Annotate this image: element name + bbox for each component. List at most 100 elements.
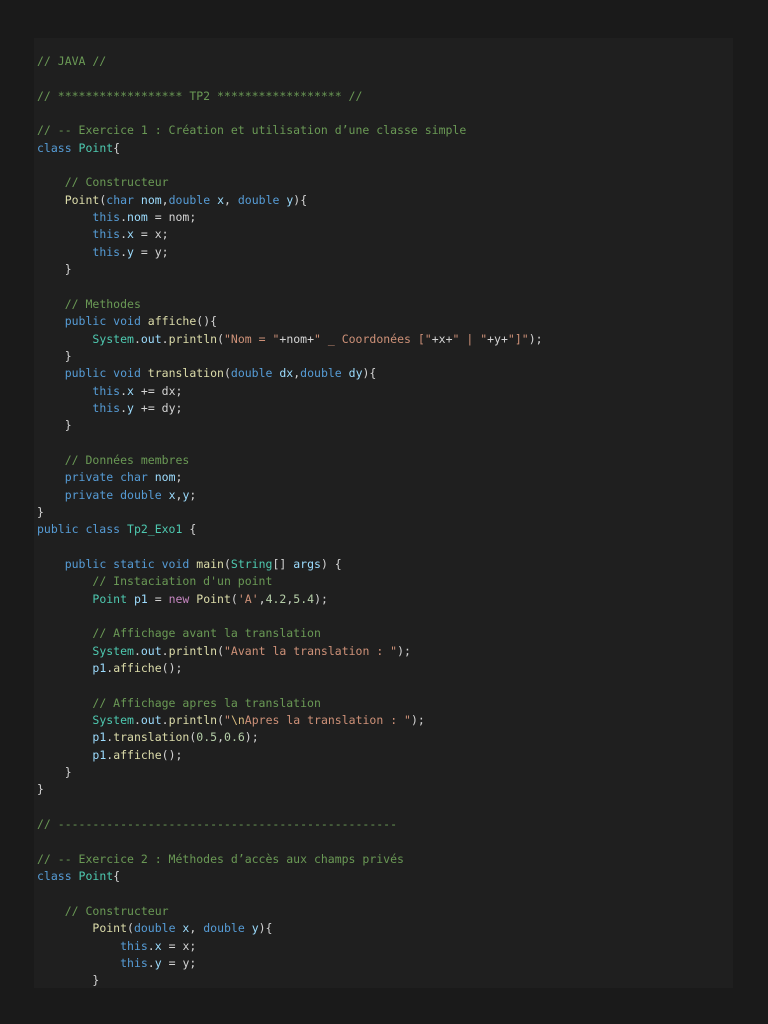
code-line: // -- Exercice 2 : Méthodes d’accès aux … bbox=[37, 851, 543, 868]
code-token: translation bbox=[147, 366, 224, 381]
code-token: public class bbox=[37, 522, 128, 537]
code-token: ); bbox=[314, 591, 328, 606]
code-token: ; bbox=[189, 487, 197, 502]
code-block: // JAVA // // ****************** TP2 ****… bbox=[37, 53, 543, 988]
code-token: ( bbox=[127, 921, 134, 936]
code-token: double bbox=[168, 192, 218, 207]
code-token: 'A' bbox=[237, 591, 259, 606]
code-line: p1.affiche(); bbox=[37, 747, 543, 764]
code-token: 5.4 bbox=[293, 591, 315, 606]
code-token: +x+ bbox=[431, 331, 453, 346]
code-token: \n bbox=[230, 713, 245, 728]
code-token: , bbox=[161, 192, 169, 207]
code-token: // Constructeur bbox=[64, 903, 169, 918]
code-line: this.nom = nom; bbox=[37, 209, 543, 226]
code-token: ){ bbox=[362, 366, 377, 381]
code-token: "Avant la translation : " bbox=[224, 643, 398, 658]
code-token: System bbox=[92, 643, 134, 658]
code-token: // Constructeur bbox=[64, 175, 169, 190]
code-token: ); bbox=[410, 713, 425, 728]
code-token: this bbox=[92, 400, 121, 415]
code-token: // ****************** TP2 **************… bbox=[37, 88, 363, 103]
code-token: this bbox=[92, 210, 121, 225]
code-line: p1.affiche(); bbox=[37, 660, 543, 677]
code-token: y bbox=[251, 921, 259, 936]
code-token: } bbox=[37, 262, 72, 277]
code-token: +y+ bbox=[487, 331, 508, 346]
code-line: this.y = y; bbox=[37, 244, 543, 261]
code-token: // -------------------------------------… bbox=[37, 817, 398, 832]
code-line: Point(double x, double y){ bbox=[37, 920, 543, 937]
code-token: { bbox=[113, 140, 121, 155]
code-line: this.x = x; bbox=[37, 226, 543, 243]
code-token: // -- Exercice 1 : Création et utilisati… bbox=[37, 123, 467, 138]
code-token: } bbox=[37, 782, 44, 797]
code-token: ( bbox=[223, 556, 231, 571]
code-token: Point bbox=[78, 869, 114, 884]
code-token: . bbox=[161, 713, 169, 728]
code-token: // Affichage apres la translation bbox=[92, 695, 321, 710]
code-token: (){ bbox=[196, 314, 218, 329]
code-token: dx bbox=[279, 366, 294, 381]
code-token: . bbox=[120, 383, 128, 398]
code-token: nom bbox=[154, 470, 176, 485]
code-token: = x; bbox=[133, 227, 169, 242]
code-token: p1 bbox=[133, 591, 148, 606]
code-token: { bbox=[113, 869, 121, 884]
code-token: . bbox=[120, 227, 128, 242]
code-token: = y; bbox=[161, 955, 197, 970]
code-token: . bbox=[120, 210, 128, 225]
code-token: double bbox=[237, 192, 287, 207]
code-line: // Affichage avant la translation bbox=[37, 625, 543, 642]
code-token: . bbox=[147, 938, 155, 953]
code-line: } bbox=[37, 781, 543, 798]
code-token: ; bbox=[175, 470, 183, 485]
code-line: private char nom; bbox=[37, 469, 543, 486]
code-token: ) { bbox=[320, 556, 342, 571]
code-token: affiche bbox=[113, 747, 162, 762]
code-line: } bbox=[37, 972, 543, 988]
code-line: System.out.println("Avant la translation… bbox=[37, 643, 543, 660]
code-token: x bbox=[127, 227, 134, 242]
code-token: public void bbox=[64, 314, 148, 329]
code-token: double bbox=[133, 921, 183, 936]
code-token: // Instaciation d'un point bbox=[92, 574, 273, 589]
code-token: += dy; bbox=[133, 400, 183, 415]
code-line: // Constructeur bbox=[37, 174, 543, 191]
code-token: [] bbox=[272, 556, 294, 571]
code-line: Point(char nom,double x, double y){ bbox=[37, 192, 543, 209]
code-token: this bbox=[92, 383, 121, 398]
code-line: // Données membres bbox=[37, 452, 543, 469]
code-line: System.out.println("\nApres la translati… bbox=[37, 712, 543, 729]
code-token: . bbox=[133, 713, 141, 728]
code-token: main bbox=[196, 556, 224, 571]
code-token: double bbox=[203, 921, 252, 936]
code-token: System bbox=[92, 331, 134, 346]
code-token: { bbox=[182, 522, 197, 537]
code-line: } bbox=[37, 261, 543, 278]
code-token: . bbox=[133, 643, 141, 658]
code-token: affiche bbox=[147, 314, 197, 329]
